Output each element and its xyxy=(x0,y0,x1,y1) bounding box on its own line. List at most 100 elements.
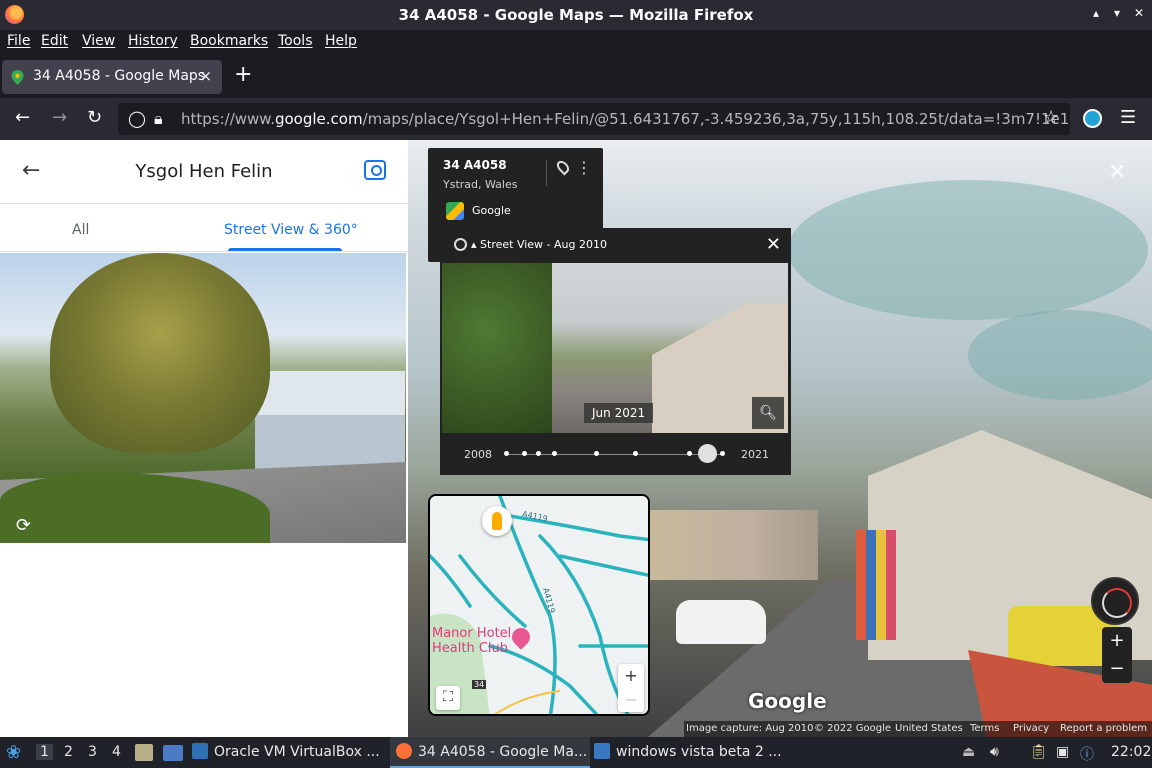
workspace-2[interactable]: 2 xyxy=(64,744,73,760)
360-rotate-icon: ⟳ xyxy=(16,515,32,536)
firefox-taskbar-icon xyxy=(396,743,412,759)
url-text[interactable]: https://www.google.com/maps/place/Ysgol+… xyxy=(181,110,1070,128)
timeline-slider-knob[interactable] xyxy=(698,444,717,463)
location-title: 34 A4058 xyxy=(443,158,507,172)
network-icon[interactable]: ▣ xyxy=(1056,744,1069,760)
preview-trees xyxy=(442,263,552,433)
taskbar-app-firefox[interactable]: 34 A4058 - Google Ma... xyxy=(390,737,590,768)
colored-house-fronts xyxy=(856,530,896,640)
menu-bookmarks[interactable]: Bookmarks xyxy=(190,33,268,49)
timeline-tick[interactable] xyxy=(522,451,527,456)
reload-icon[interactable]: ↻ xyxy=(87,107,102,128)
virtualbox-icon xyxy=(192,743,208,759)
attribution-footer: Image capture: Aug 2010 © 2022 Google Un… xyxy=(684,721,1152,737)
history-clock-icon xyxy=(454,238,467,251)
photo-tabs: All Street View & 360° xyxy=(0,204,408,252)
historical-photo-preview[interactable]: Jun 2021 🔍︎ xyxy=(442,263,788,433)
privacy-link[interactable]: Privacy xyxy=(1013,723,1049,734)
tray-eject-icon[interactable]: ⏏ xyxy=(962,744,975,760)
lock-icon[interactable]: 🔒︎ xyxy=(154,109,163,129)
menu-edit[interactable]: Edit xyxy=(41,33,68,49)
start-menu-icon[interactable]: ❀ xyxy=(6,737,21,768)
tab-street-view-360[interactable]: Street View & 360° xyxy=(224,222,358,238)
timeline-tick[interactable] xyxy=(552,451,557,456)
clipboard-icon[interactable]: 📋︎ xyxy=(1030,744,1048,760)
mini-map-roads xyxy=(430,496,648,714)
tab-all[interactable]: All xyxy=(72,222,89,238)
clock: 22:02 xyxy=(1111,744,1152,760)
zoom-in-button[interactable]: + xyxy=(1102,627,1132,655)
photo-date-label: Jun 2021 xyxy=(584,403,654,423)
timeline-tick[interactable] xyxy=(687,451,692,456)
taskbar-app-vista[interactable]: windows vista beta 2 ... xyxy=(594,737,790,768)
volume-icon[interactable]: 🔊︎ xyxy=(990,744,999,760)
zoom-out-button[interactable]: − xyxy=(1102,655,1132,683)
taskbar-app-label: windows vista beta 2 ... xyxy=(616,744,782,760)
panel-header: ← Ysgol Hen Felin xyxy=(0,140,408,204)
add-photo-camera-icon[interactable] xyxy=(364,160,386,180)
terms-link[interactable]: Terms xyxy=(970,723,999,734)
timeline-tick[interactable] xyxy=(504,451,509,456)
timeline-tick[interactable] xyxy=(720,451,725,456)
back-arrow-icon[interactable]: ← xyxy=(15,107,30,128)
show-desktop-icon[interactable] xyxy=(163,745,183,761)
pegman-icon[interactable] xyxy=(482,506,512,536)
country-link[interactable]: United States xyxy=(895,723,963,734)
minimize-button[interactable]: ▴ xyxy=(1093,6,1099,20)
image-capture-date: Image capture: Aug 2010 xyxy=(686,723,814,734)
mini-map[interactable]: A4119 A4119 Manor Hotel Health Club 34 +… xyxy=(428,494,650,716)
bookmark-star-icon[interactable]: ☆ xyxy=(1043,107,1059,128)
menu-file[interactable]: File xyxy=(7,33,30,49)
mini-map-zoom-control: + − xyxy=(618,664,644,712)
close-street-view-icon[interactable]: ✕ xyxy=(1108,160,1126,185)
tab-google-maps[interactable]: 34 A4058 - Google Maps × xyxy=(2,60,222,94)
url-bar[interactable]: ◯ 🔒︎ https://www.google.com/maps/place/Y… xyxy=(118,103,1070,135)
menu-view[interactable]: View xyxy=(82,33,115,49)
new-tab-button[interactable]: + xyxy=(234,62,252,87)
location-pin-icon[interactable] xyxy=(554,158,572,176)
street-view-thumbnail[interactable]: ⟳ xyxy=(0,253,406,543)
thumbnail-tree xyxy=(50,253,270,453)
account-avatar-icon[interactable] xyxy=(1083,109,1102,128)
navigation-toolbar: ← → ↻ ◯ 🔒︎ https://www.google.com/maps/p… xyxy=(0,98,1152,140)
menu-history[interactable]: History xyxy=(128,33,178,49)
maximize-button[interactable]: ▾ xyxy=(1114,6,1120,20)
window-titlebar: 34 A4058 - Google Maps — Mozilla Firefox… xyxy=(0,0,1152,30)
timeline-tick[interactable] xyxy=(536,451,541,456)
app-menu-icon[interactable]: ☰ xyxy=(1120,107,1136,128)
mini-map-zoom-in-button[interactable]: + xyxy=(618,664,644,688)
compass-icon[interactable] xyxy=(1091,577,1139,625)
menu-help[interactable]: Help xyxy=(325,33,357,49)
taskbar-app-label: 34 A4058 - Google Ma... xyxy=(418,744,588,760)
expand-map-icon[interactable]: ⛶ xyxy=(436,686,460,710)
mini-map-zoom-out-button[interactable]: − xyxy=(618,688,644,712)
report-problem-link[interactable]: Report a problem xyxy=(1060,723,1147,734)
vista-vm-icon xyxy=(594,743,610,759)
zoom-preview-icon[interactable]: 🔍︎ xyxy=(752,397,784,429)
provider-label: Google xyxy=(472,204,511,217)
taskbar-app-label: Oracle VM VirtualBox ... xyxy=(214,744,380,760)
timeline-tick[interactable] xyxy=(594,451,599,456)
notification-icon[interactable]: ⓘ xyxy=(1080,744,1094,764)
taskbar: ❀ 1 2 3 4 Oracle VM VirtualBox ... 34 A4… xyxy=(0,737,1152,768)
time-machine-header[interactable]: ▴ Street View - Aug 2010 xyxy=(454,238,607,251)
workspace-3[interactable]: 3 xyxy=(88,744,97,760)
google-watermark: Google xyxy=(748,689,827,713)
close-time-machine-icon[interactable]: ✕ xyxy=(766,234,781,255)
timeline-tick[interactable] xyxy=(633,451,638,456)
poi-label[interactable]: Manor Hotel Health Club xyxy=(432,626,512,656)
tab-close-button[interactable]: × xyxy=(199,67,212,85)
tab-label: 34 A4058 - Google Maps xyxy=(33,68,206,84)
photos-side-panel: ← Ysgol Hen Felin All Street View & 360°… xyxy=(0,140,408,737)
file-manager-icon[interactable] xyxy=(135,744,153,761)
card-divider xyxy=(546,160,547,186)
menu-tools[interactable]: Tools xyxy=(278,33,313,49)
tracking-shield-icon[interactable]: ◯ xyxy=(128,109,146,128)
forward-arrow-icon[interactable]: → xyxy=(52,107,67,128)
more-options-icon[interactable]: ⋮ xyxy=(576,158,592,177)
google-maps-logo-icon xyxy=(446,202,464,220)
taskbar-app-virtualbox[interactable]: Oracle VM VirtualBox ... xyxy=(192,737,388,768)
workspace-4[interactable]: 4 xyxy=(112,744,121,760)
close-window-button[interactable]: ✕ xyxy=(1134,6,1144,20)
workspace-1[interactable]: 1 xyxy=(36,744,53,760)
